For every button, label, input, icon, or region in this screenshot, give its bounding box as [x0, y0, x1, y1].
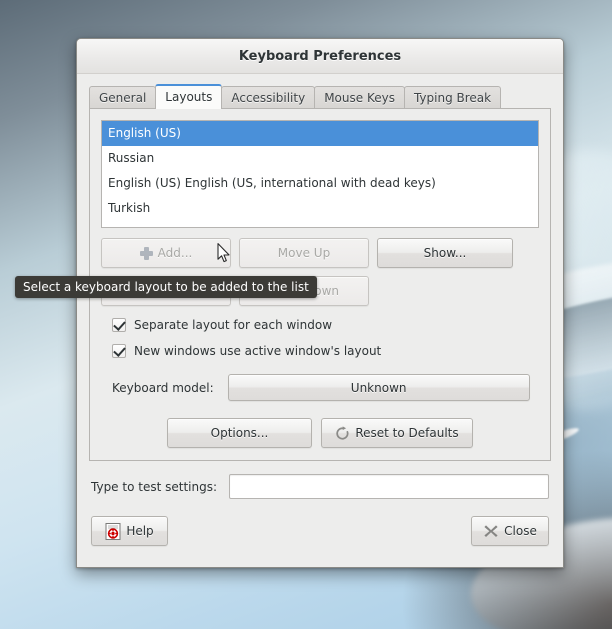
add-button-label: Add...: [157, 246, 193, 260]
tab-accessibility[interactable]: Accessibility: [221, 86, 316, 108]
tooltip: Select a keyboard layout to be added to …: [15, 276, 317, 298]
reset-button-label: Reset to Defaults: [355, 426, 459, 440]
tab-typing-break[interactable]: Typing Break: [403, 86, 502, 108]
new-windows-layout-label: New windows use active window's layout: [134, 344, 382, 358]
close-x-icon: [483, 523, 499, 539]
show-button-label: Show...: [423, 246, 467, 260]
add-button[interactable]: Add...: [101, 238, 231, 268]
move-up-button[interactable]: Move Up: [239, 238, 369, 268]
title-bar: Keyboard Preferences: [77, 39, 563, 74]
keyboard-model-label: Keyboard model:: [112, 380, 214, 395]
close-button-label: Close: [504, 524, 537, 538]
tab-general[interactable]: General: [89, 86, 157, 108]
help-button[interactable]: Help: [91, 516, 168, 546]
plus-icon: [139, 246, 153, 260]
help-document-icon: [105, 522, 121, 540]
page-title: Keyboard Preferences: [238, 48, 402, 64]
options-button[interactable]: Options...: [167, 418, 312, 448]
new-windows-layout-checkbox[interactable]: [112, 344, 126, 358]
dialog-body: General Layouts Accessibility Mouse Keys…: [77, 74, 563, 546]
tab-strip: General Layouts Accessibility Mouse Keys…: [89, 84, 551, 109]
preferences-notebook: General Layouts Accessibility Mouse Keys…: [89, 84, 551, 461]
show-button[interactable]: Show...: [377, 238, 513, 268]
separate-layout-row[interactable]: Separate layout for each window: [101, 318, 539, 332]
reset-to-defaults-button[interactable]: Reset to Defaults: [321, 418, 473, 448]
keyboard-model-value: Unknown: [350, 380, 407, 395]
new-windows-layout-row[interactable]: New windows use active window's layout: [101, 344, 539, 358]
keyboard-model-row: Keyboard model: Unknown: [101, 374, 539, 401]
list-item[interactable]: Turkish: [102, 196, 538, 221]
test-settings-row: Type to test settings:: [89, 474, 551, 499]
help-button-label: Help: [126, 524, 154, 538]
list-item[interactable]: Russian: [102, 146, 538, 171]
options-button-label: Options...: [210, 426, 269, 440]
test-settings-input[interactable]: [229, 474, 549, 499]
tab-layouts[interactable]: Layouts: [155, 84, 223, 109]
close-button[interactable]: Close: [471, 516, 549, 546]
dialog-footer: Help Close: [89, 516, 551, 546]
separate-layout-label: Separate layout for each window: [134, 318, 333, 332]
list-item[interactable]: English (US): [102, 121, 538, 146]
test-settings-label: Type to test settings:: [91, 479, 217, 494]
separate-layout-checkbox[interactable]: [112, 318, 126, 332]
keyboard-model-button[interactable]: Unknown: [227, 374, 530, 401]
layout-list[interactable]: English (US) Russian English (US) Englis…: [101, 120, 539, 228]
tab-mouse-keys[interactable]: Mouse Keys: [314, 86, 405, 108]
move-up-button-label: Move Up: [277, 246, 331, 260]
keyboard-preferences-dialog: Keyboard Preferences General Layouts Acc…: [76, 38, 564, 568]
list-item[interactable]: English (US) English (US, international …: [102, 171, 538, 196]
options-row: Options... Reset to Defaults: [101, 418, 539, 448]
refresh-icon: [335, 425, 350, 441]
